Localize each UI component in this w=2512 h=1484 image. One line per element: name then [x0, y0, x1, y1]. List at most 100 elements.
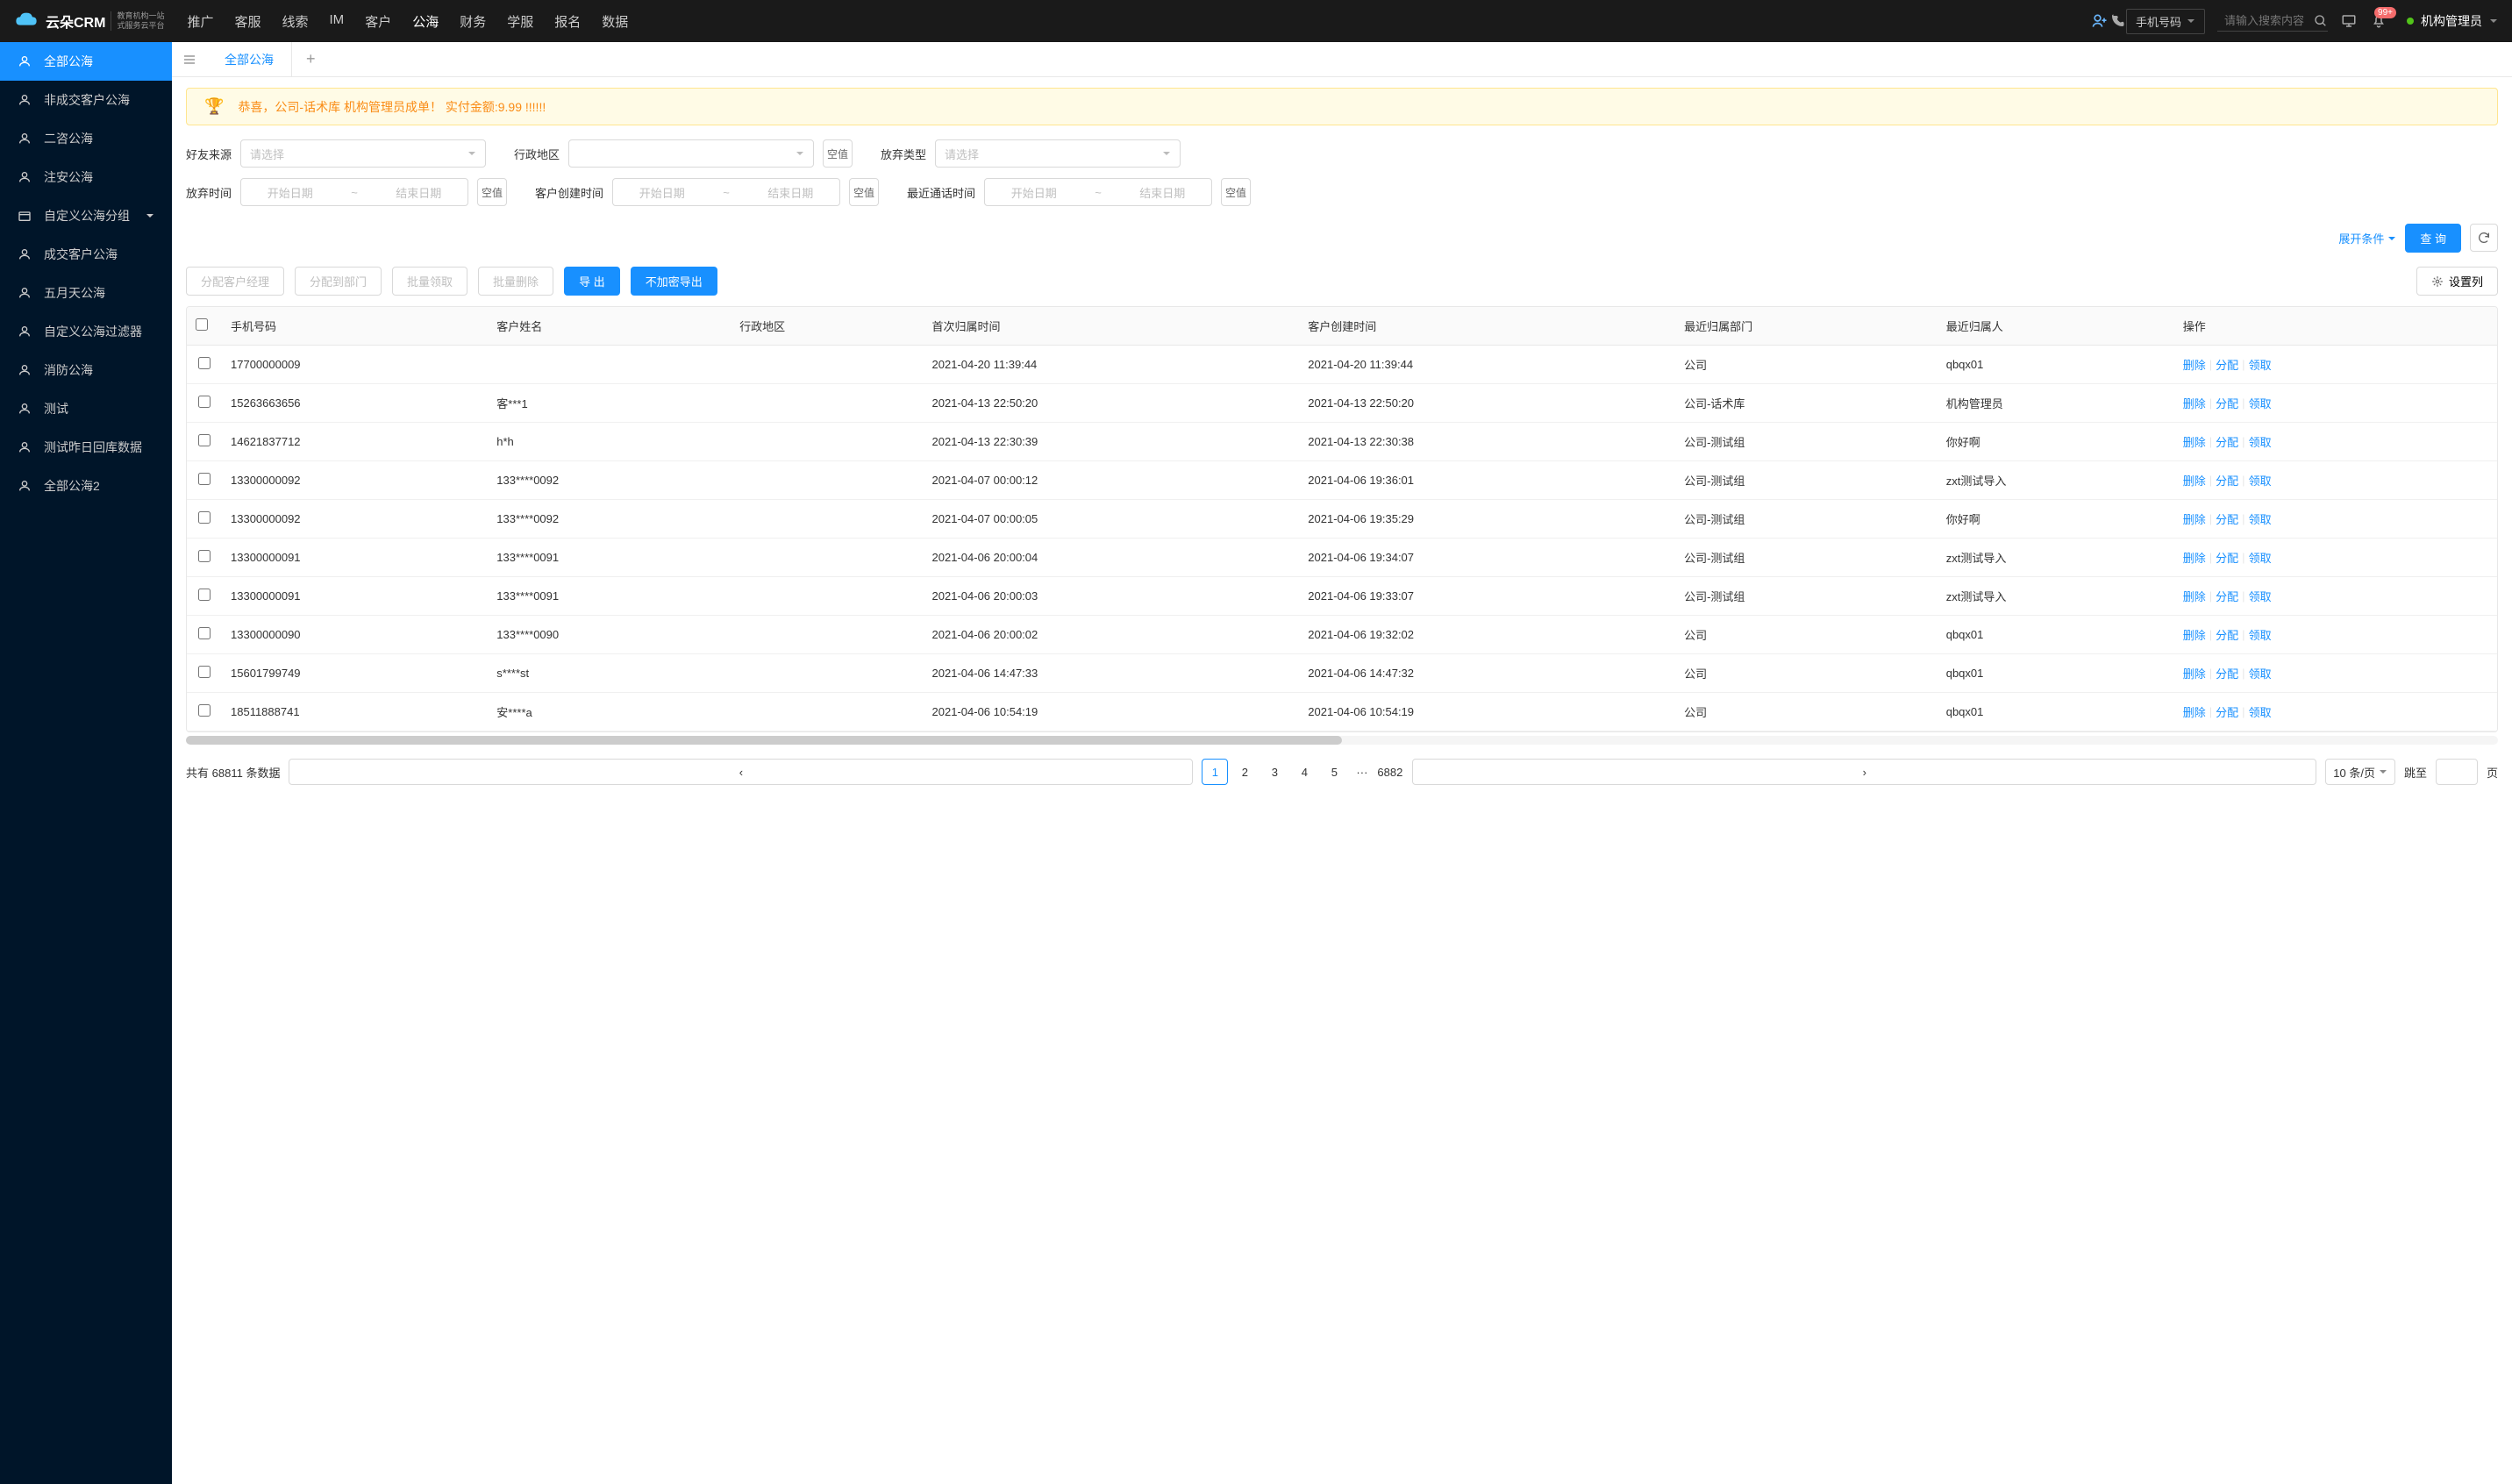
prev-page[interactable]: ‹ [289, 759, 1193, 785]
export-button[interactable]: 导 出 [564, 267, 620, 296]
search-icon[interactable] [2314, 14, 2328, 28]
batch-delete-button[interactable]: 批量删除 [478, 267, 553, 296]
null-button[interactable]: 空值 [849, 178, 879, 206]
row-action[interactable]: 分配 [2216, 472, 2238, 489]
filter-select[interactable]: 请选择 [935, 139, 1181, 168]
nav-item[interactable]: 财务 [458, 9, 488, 34]
row-checkbox[interactable] [198, 473, 211, 485]
row-action[interactable]: 分配 [2216, 626, 2238, 643]
tab-all-public[interactable]: 全部公海 [207, 42, 292, 77]
next-page[interactable]: › [1412, 759, 2316, 785]
row-action[interactable]: 删除 [2183, 549, 2206, 566]
row-action[interactable]: 分配 [2216, 395, 2238, 411]
row-action[interactable]: 领取 [2249, 665, 2272, 681]
sidebar-item[interactable]: 自定义公海分组 [0, 196, 172, 235]
row-action[interactable]: 删除 [2183, 510, 2206, 527]
row-action[interactable]: 分配 [2216, 703, 2238, 720]
sidebar-item[interactable]: 消防公海 [0, 351, 172, 389]
assign-manager-button[interactable]: 分配客户经理 [186, 267, 284, 296]
sidebar-item[interactable]: 注安公海 [0, 158, 172, 196]
search-button[interactable]: 查 询 [2405, 224, 2461, 253]
row-checkbox[interactable] [198, 589, 211, 601]
row-checkbox[interactable] [198, 511, 211, 524]
row-action[interactable]: 删除 [2183, 395, 2206, 411]
row-action[interactable]: 领取 [2249, 510, 2272, 527]
row-action[interactable]: 领取 [2249, 703, 2272, 720]
nav-item[interactable]: 客户 [363, 9, 393, 34]
nav-item[interactable]: 线索 [281, 9, 310, 34]
row-checkbox[interactable] [198, 396, 211, 408]
row-action[interactable]: 领取 [2249, 395, 2272, 411]
tab-add[interactable]: + [292, 50, 330, 68]
sidebar-item[interactable]: 全部公海 [0, 42, 172, 81]
date-range[interactable]: 开始日期~结束日期 [240, 178, 468, 206]
row-checkbox[interactable] [198, 550, 211, 562]
row-action[interactable]: 删除 [2183, 433, 2206, 450]
nav-item[interactable]: 数据 [600, 9, 630, 34]
null-button[interactable]: 空值 [1221, 178, 1251, 206]
page-number[interactable]: 5 [1321, 759, 1347, 785]
horizontal-scrollbar[interactable] [186, 736, 2498, 745]
row-action[interactable]: 删除 [2183, 356, 2206, 373]
nav-item[interactable]: 公海 [410, 9, 440, 34]
export-plain-button[interactable]: 不加密导出 [631, 267, 717, 296]
page-jump-input[interactable] [2436, 759, 2478, 785]
row-action[interactable]: 删除 [2183, 626, 2206, 643]
row-action[interactable]: 分配 [2216, 510, 2238, 527]
batch-claim-button[interactable]: 批量领取 [392, 267, 467, 296]
nav-item[interactable]: 学服 [505, 9, 535, 34]
row-action[interactable]: 领取 [2249, 433, 2272, 450]
row-action[interactable]: 删除 [2183, 703, 2206, 720]
date-range[interactable]: 开始日期~结束日期 [984, 178, 1212, 206]
row-action[interactable]: 领取 [2249, 588, 2272, 604]
row-checkbox[interactable] [198, 666, 211, 678]
nav-item[interactable]: 客服 [232, 9, 262, 34]
row-action[interactable]: 领取 [2249, 472, 2272, 489]
search-input[interactable] [2217, 11, 2314, 31]
null-button[interactable]: 空值 [477, 178, 507, 206]
null-button[interactable]: 空值 [823, 139, 853, 168]
page-number[interactable]: 4 [1291, 759, 1317, 785]
row-checkbox[interactable] [198, 357, 211, 369]
select-all-checkbox[interactable] [196, 318, 208, 331]
last-page[interactable]: 6882 [1376, 759, 1403, 785]
row-action[interactable]: 领取 [2249, 626, 2272, 643]
row-checkbox[interactable] [198, 704, 211, 717]
filter-select[interactable] [568, 139, 814, 168]
page-number[interactable]: 3 [1261, 759, 1288, 785]
row-action[interactable]: 分配 [2216, 356, 2238, 373]
columns-button[interactable]: 设置列 [2416, 267, 2498, 296]
nav-item[interactable]: 推广 [185, 9, 215, 34]
user-menu[interactable]: 机构管理员 [2407, 12, 2498, 30]
row-checkbox[interactable] [198, 627, 211, 639]
filter-select[interactable]: 请选择 [240, 139, 486, 168]
sidebar-item[interactable]: 五月天公海 [0, 274, 172, 312]
row-action[interactable]: 领取 [2249, 356, 2272, 373]
phone-icon[interactable] [2109, 12, 2126, 30]
tab-list-toggle[interactable] [172, 53, 207, 67]
row-action[interactable]: 分配 [2216, 433, 2238, 450]
row-action[interactable]: 删除 [2183, 665, 2206, 681]
sidebar-item[interactable]: 成交客户公海 [0, 235, 172, 274]
sidebar-item[interactable]: 测试昨日回库数据 [0, 428, 172, 467]
row-action[interactable]: 领取 [2249, 549, 2272, 566]
page-number[interactable]: 2 [1231, 759, 1258, 785]
row-action[interactable]: 删除 [2183, 588, 2206, 604]
monitor-icon[interactable] [2340, 12, 2358, 30]
row-action[interactable]: 分配 [2216, 549, 2238, 566]
page-number[interactable]: 1 [1202, 759, 1228, 785]
sidebar-item[interactable]: 全部公海2 [0, 467, 172, 505]
date-range[interactable]: 开始日期~结束日期 [612, 178, 840, 206]
row-action[interactable]: 删除 [2183, 472, 2206, 489]
row-action[interactable]: 分配 [2216, 665, 2238, 681]
scrollbar-thumb[interactable] [186, 736, 1342, 745]
notification-icon[interactable]: 99+ [2370, 12, 2387, 30]
row-action[interactable]: 分配 [2216, 588, 2238, 604]
assign-dept-button[interactable]: 分配到部门 [295, 267, 382, 296]
refresh-button[interactable] [2470, 224, 2498, 252]
sidebar-item[interactable]: 二咨公海 [0, 119, 172, 158]
page-size-select[interactable]: 10 条/页 [2325, 759, 2395, 785]
sidebar-item[interactable]: 非成交客户公海 [0, 81, 172, 119]
row-checkbox[interactable] [198, 434, 211, 446]
expand-filters[interactable]: 展开条件 [2338, 224, 2396, 253]
